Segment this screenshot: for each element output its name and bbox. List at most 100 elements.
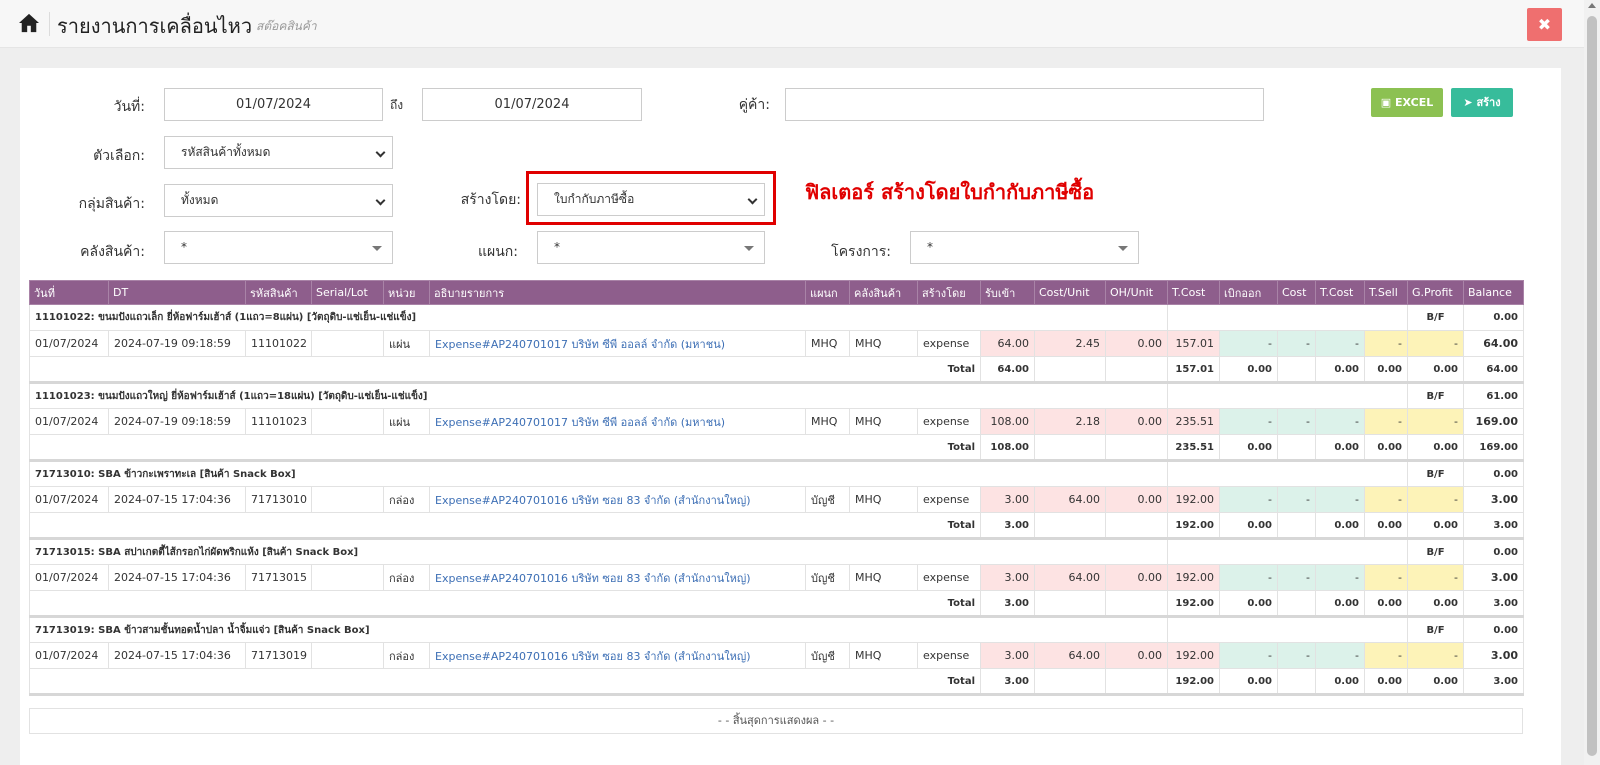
column-header[interactable]: เบิกออก: [1219, 280, 1278, 305]
column-header[interactable]: หน่วย: [383, 280, 430, 305]
table-cell: -: [1315, 642, 1365, 669]
table-cell: 64.00: [1463, 330, 1524, 357]
table-cell: 0.00: [1407, 668, 1464, 696]
table-cell: 0.00: [1315, 356, 1365, 384]
total-row: Total 3.00 192.00 0.00 0.00 0.00 0.00 3.00: [29, 668, 1524, 696]
table-cell: 3.00: [980, 564, 1035, 591]
table-cell: 2.45: [1034, 330, 1106, 357]
table-cell: expense: [917, 642, 981, 669]
table-cell: 0.00: [1315, 668, 1365, 696]
table-cell: 2024-07-15 17:04:36: [108, 564, 246, 591]
column-header[interactable]: รหัสสินค้า: [245, 280, 312, 305]
table-cell: 3.00: [1463, 564, 1524, 591]
column-header[interactable]: Serial/Lot: [311, 280, 384, 305]
warehouse-label: คลังสินค้า:: [80, 244, 145, 260]
excel-icon: ▣: [1380, 96, 1396, 109]
create-button[interactable]: ➤ สร้าง: [1451, 88, 1513, 117]
table-row[interactable]: 01/07/2024 2024-07-15 17:04:36 71713015 กล่…: [29, 564, 1524, 591]
title-divider: [49, 12, 50, 36]
table-cell: 0.00: [1219, 356, 1278, 384]
scrollbar-thumb[interactable]: [1587, 16, 1597, 756]
table-row[interactable]: 01/07/2024 2024-07-15 17:04:36 71713019 กล่…: [29, 642, 1524, 669]
table-cell: 71713015: [245, 564, 312, 591]
column-header[interactable]: T.Cost: [1167, 280, 1220, 305]
table-cell: -: [1364, 642, 1408, 669]
column-header[interactable]: วันที่: [29, 280, 109, 305]
table-row[interactable]: 01/07/2024 2024-07-19 09:18:59 11101023 แผ่…: [29, 408, 1524, 435]
column-header[interactable]: รับเข้า: [980, 280, 1035, 305]
expense-link[interactable]: Expense#AP240701017 บริษัท ซีพี ออลล์ จำ…: [429, 330, 806, 357]
table-cell: [1167, 382, 1408, 409]
table-row[interactable]: 01/07/2024 2024-07-19 09:18:59 11101022 แผ่…: [29, 330, 1524, 357]
partner-label: คู่ค้า:: [738, 97, 770, 113]
table-cell: 192.00: [1167, 564, 1220, 591]
total-row: Total 108.00 235.51 0.00 0.00 0.00 0.00 169.00: [29, 434, 1524, 462]
table-cell: 71713019: [245, 642, 312, 669]
warehouse-select[interactable]: *: [164, 231, 393, 264]
column-header[interactable]: แผนก: [805, 280, 850, 305]
table-cell: 0.00: [1364, 512, 1408, 540]
table-cell: 64.00: [1034, 564, 1106, 591]
table-cell: แผ่น: [383, 330, 430, 357]
column-header[interactable]: G.Profit: [1407, 280, 1464, 305]
group-title: 71713015: SBA สปาเกตตี้ไส้กรอกไก่ผัดพริก…: [29, 538, 1168, 565]
date-to-input[interactable]: 01/07/2024: [422, 88, 642, 121]
excel-button[interactable]: ▣ EXCEL: [1371, 88, 1443, 117]
expense-link[interactable]: Expense#AP240701016 บริษัท ซอย 83 จำกัด …: [429, 486, 806, 513]
table-cell: 0.00: [1407, 590, 1464, 618]
column-header[interactable]: T.Cost: [1315, 280, 1365, 305]
close-button[interactable]: ✖: [1527, 8, 1562, 41]
column-header[interactable]: DT: [108, 280, 246, 305]
product-group-select[interactable]: ทั้งหมด: [164, 184, 393, 217]
table-cell: 64.00: [1034, 642, 1106, 669]
table-cell: expense: [917, 408, 981, 435]
table-cell: 192.00: [1167, 512, 1220, 540]
column-header[interactable]: Balance: [1463, 280, 1524, 305]
table-cell: 01/07/2024: [29, 564, 109, 591]
column-header[interactable]: T.Sell: [1364, 280, 1408, 305]
table-cell: [1277, 434, 1316, 462]
page-scrollbar[interactable]: [1584, 0, 1600, 765]
department-select[interactable]: *: [537, 231, 765, 264]
partner-input[interactable]: [785, 88, 1264, 121]
bf-balance: 0.00: [1463, 304, 1524, 331]
expense-link[interactable]: Expense#AP240701016 บริษัท ซอย 83 จำกัด …: [429, 564, 806, 591]
table-cell: [1034, 590, 1106, 618]
column-header[interactable]: Cost/Unit: [1034, 280, 1106, 305]
table-cell: บัญชี: [805, 642, 850, 669]
table-cell: -: [1364, 408, 1408, 435]
table-cell: [311, 408, 384, 435]
total-label: Total: [29, 668, 981, 696]
table-cell: 0.00: [1105, 330, 1168, 357]
table-cell: expense: [917, 330, 981, 357]
table-row[interactable]: 01/07/2024 2024-07-15 17:04:36 71713010 กล่…: [29, 486, 1524, 513]
table-cell: 0.00: [1219, 590, 1278, 618]
end-of-results: - - สิ้นสุดการแสดงผล - -: [29, 708, 1523, 734]
table-cell: 169.00: [1463, 434, 1524, 462]
table-cell: 235.51: [1167, 434, 1220, 462]
table-cell: 0.00: [1105, 486, 1168, 513]
scroll-up-arrow-icon[interactable]: [1588, 3, 1596, 8]
bf-balance: 0.00: [1463, 616, 1524, 643]
column-header[interactable]: OH/Unit: [1105, 280, 1168, 305]
table-cell: MHQ: [849, 486, 918, 513]
table-cell: [1034, 434, 1106, 462]
table-cell: 0.00: [1219, 668, 1278, 696]
project-select[interactable]: *: [910, 231, 1139, 264]
date-label: วันที่:: [113, 99, 145, 115]
date-from-input[interactable]: 01/07/2024: [164, 88, 383, 121]
option-select[interactable]: รหัสสินค้าทั้งหมด: [164, 136, 393, 169]
department-label: แผนก:: [478, 244, 518, 260]
column-header[interactable]: Cost: [1277, 280, 1316, 305]
home-icon[interactable]: [18, 13, 40, 33]
expense-link[interactable]: Expense#AP240701017 บริษัท ซีพี ออลล์ จำ…: [429, 408, 806, 435]
group-header-row: 71713010: SBA ข้าวกะเพราทะเล [สินค้า Sna…: [29, 460, 1524, 487]
expense-link[interactable]: Expense#AP240701016 บริษัท ซอย 83 จำกัด …: [429, 642, 806, 669]
column-header[interactable]: สร้างโดย: [917, 280, 981, 305]
top-bar: รายงานการเคลื่อนไหว สต๊อคสินค้า ✖: [0, 0, 1584, 48]
column-header[interactable]: อธิบายรายการ: [429, 280, 806, 305]
table-cell: 3.00: [980, 590, 1035, 618]
group-header-row: 11101022: ขนมปังแถวเล็ก ยี่ห้อฟาร์มเฮ้าส…: [29, 304, 1524, 331]
column-header[interactable]: คลังสินค้า: [849, 280, 918, 305]
total-label: Total: [29, 356, 981, 384]
